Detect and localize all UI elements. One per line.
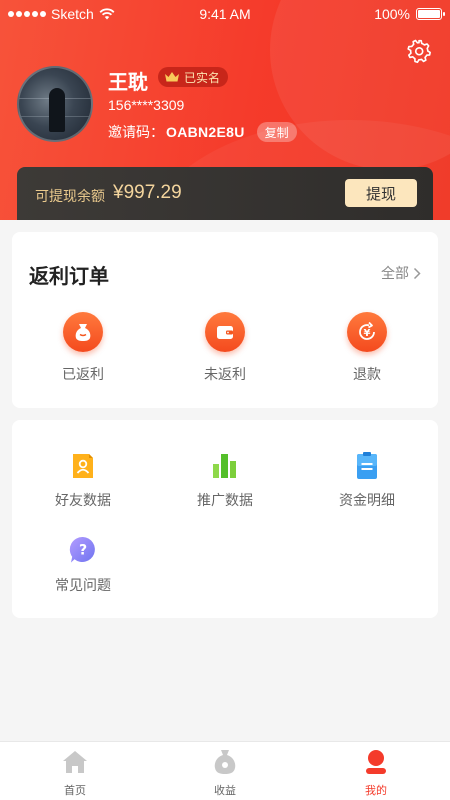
fund-details-label: 资金明细 bbox=[339, 492, 395, 508]
avatar[interactable] bbox=[17, 66, 93, 142]
profile-header: Sketch 9:41 AM 100% 王耽 已实名 156****3309 邀… bbox=[0, 0, 450, 220]
fund-details-button[interactable]: 资金明细 bbox=[322, 450, 412, 510]
orders-title: 返利订单 bbox=[29, 266, 109, 288]
battery-percent: 100% bbox=[374, 6, 410, 22]
settings-gear-icon[interactable] bbox=[406, 38, 432, 64]
question-bubble-icon: ? bbox=[68, 535, 98, 565]
order-pending-label: 未返利 bbox=[204, 366, 246, 382]
withdraw-button[interactable]: 提现 bbox=[345, 179, 417, 207]
faq-label: 常见问题 bbox=[55, 577, 111, 593]
tab-earnings-label: 收益 bbox=[214, 785, 236, 797]
tools-card: 好友数据 推广数据 资金明细 ? 常见问题 bbox=[12, 420, 438, 618]
clipboard-icon bbox=[352, 450, 382, 480]
money-bag-icon bbox=[63, 312, 103, 352]
person-icon bbox=[362, 748, 390, 776]
crown-icon bbox=[165, 72, 179, 82]
svg-text:?: ? bbox=[79, 543, 87, 559]
svg-text:¥: ¥ bbox=[364, 328, 371, 339]
view-all-orders-link[interactable]: 全部 bbox=[381, 263, 421, 283]
balance-label: 可提现余额 bbox=[35, 188, 105, 204]
status-bar: Sketch 9:41 AM 100% bbox=[0, 0, 450, 28]
balance-amount: ¥997.29 bbox=[113, 182, 182, 203]
friend-data-label: 好友数据 bbox=[55, 492, 111, 508]
promo-data-label: 推广数据 bbox=[197, 492, 253, 508]
balance-card: 可提现余额 ¥997.29 提现 bbox=[17, 167, 433, 220]
bar-chart-icon bbox=[210, 450, 240, 480]
tab-home-label: 首页 bbox=[64, 785, 86, 797]
verified-badge: 已实名 bbox=[158, 67, 229, 87]
tab-mine[interactable]: 我的 bbox=[336, 748, 416, 798]
verified-label: 已实名 bbox=[184, 70, 221, 85]
faq-button[interactable]: ? 常见问题 bbox=[38, 535, 128, 595]
tab-earnings[interactable]: 收益 bbox=[185, 748, 265, 798]
friend-data-button[interactable]: 好友数据 bbox=[38, 450, 128, 510]
money-bag-icon bbox=[211, 748, 239, 776]
invite-label: 邀请码： bbox=[108, 124, 164, 140]
status-right: 100% bbox=[374, 6, 445, 22]
invite-code: OABN2E8U bbox=[166, 124, 245, 140]
tab-bar: 首页 收益 我的 bbox=[0, 741, 450, 800]
view-all-label: 全部 bbox=[381, 265, 409, 281]
promo-data-button[interactable]: 推广数据 bbox=[180, 450, 270, 510]
tab-home[interactable]: 首页 bbox=[35, 748, 115, 798]
phone-number: 156****3309 bbox=[108, 97, 185, 113]
order-pending-button[interactable]: 未返利 bbox=[185, 312, 265, 384]
order-refund-label: 退款 bbox=[353, 366, 381, 382]
tab-mine-label: 我的 bbox=[365, 785, 387, 797]
battery-icon bbox=[416, 8, 445, 20]
wallet-icon bbox=[205, 312, 245, 352]
yuan-refund-icon: ¥ bbox=[347, 312, 387, 352]
home-icon bbox=[61, 748, 89, 776]
username: 王耽 bbox=[108, 72, 148, 94]
rebate-orders-card: 返利订单 全部 已返利 未返利 ¥ 退款 bbox=[12, 232, 438, 408]
order-refund-button[interactable]: ¥ 退款 bbox=[327, 312, 407, 384]
chevron-right-icon bbox=[413, 267, 421, 279]
order-rebated-button[interactable]: 已返利 bbox=[43, 312, 123, 384]
order-rebated-label: 已返利 bbox=[62, 366, 104, 382]
friend-card-icon bbox=[68, 450, 98, 480]
invite-code-row: 邀请码： OABN2E8U 复制 bbox=[108, 122, 297, 142]
copy-button[interactable]: 复制 bbox=[256, 122, 297, 142]
